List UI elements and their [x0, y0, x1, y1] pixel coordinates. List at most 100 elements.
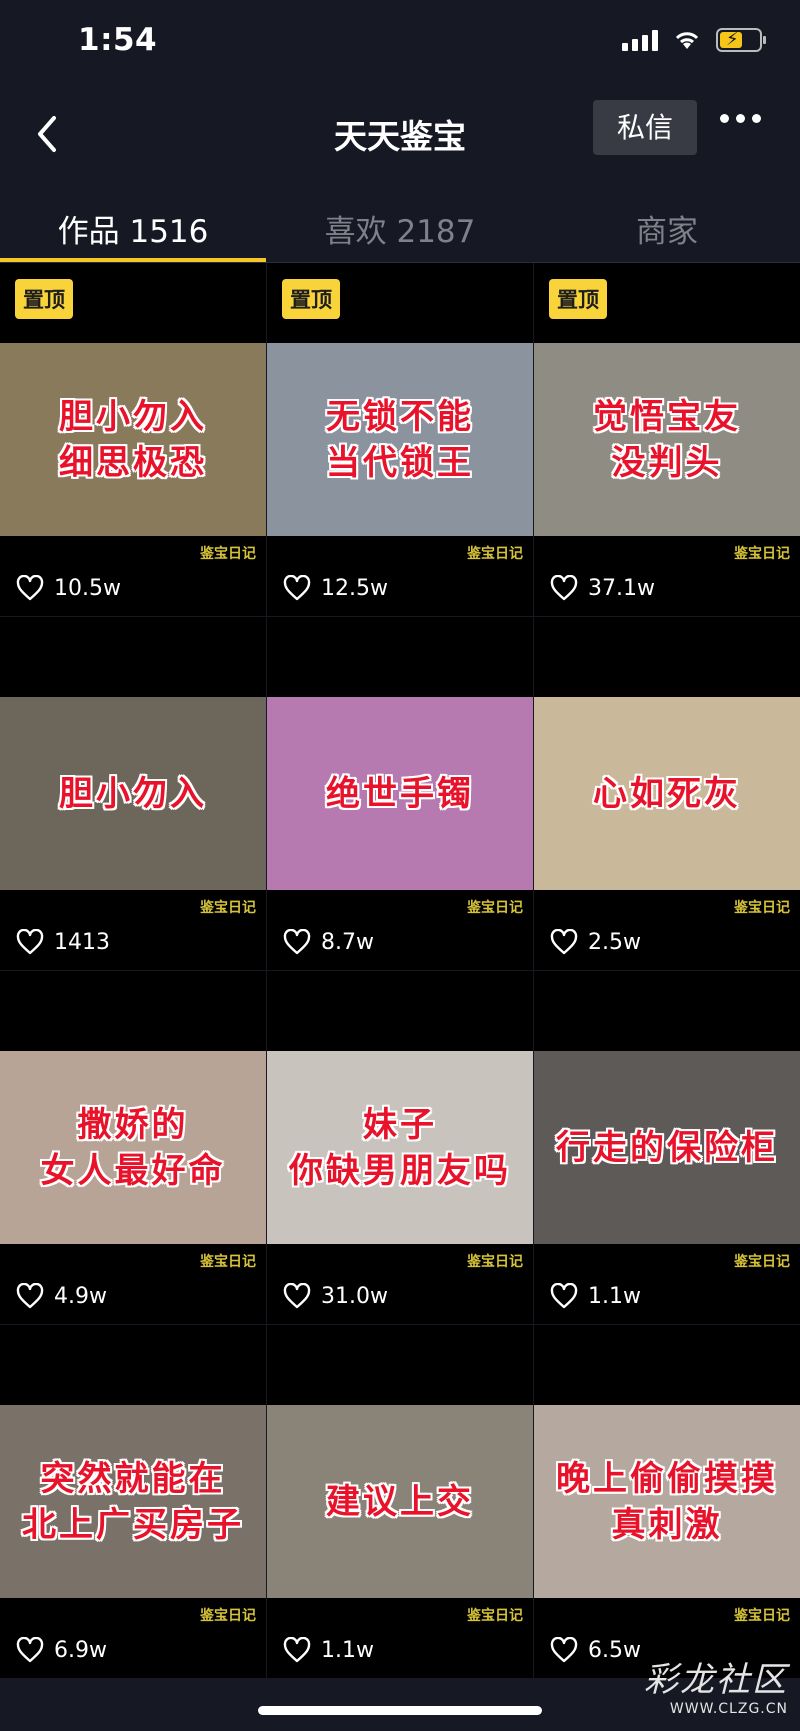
like-count-value: 4.9w: [54, 1283, 107, 1309]
video-thumbnail-card[interactable]: 妹子 你缺男朋友吗鉴宝日记 31.0w: [267, 971, 533, 1324]
like-count: 6.5w: [550, 1637, 641, 1663]
battery-charging-icon: ⚡: [716, 28, 766, 52]
video-watermark: 鉴宝日记: [467, 546, 523, 562]
like-count-value: 6.5w: [588, 1637, 641, 1663]
video-cover-image: 绝世手镯: [267, 697, 533, 890]
like-count: 8.7w: [283, 929, 374, 955]
video-watermark: 鉴宝日记: [200, 900, 256, 916]
heart-icon: [550, 575, 578, 601]
heart-icon: [16, 1283, 44, 1309]
site-watermark: 彩龙社区 WWW.CLZG.CN: [644, 1652, 788, 1717]
pinned-badge: 置顶: [15, 279, 73, 319]
tab-works[interactable]: 作品 1516: [0, 206, 266, 251]
video-thumbnail-card[interactable]: 置顶无锁不能 当代锁王鉴宝日记 12.5w: [267, 263, 533, 616]
video-caption: 撒娇的 女人最好命: [40, 1104, 226, 1191]
video-cover-image: 突然就能在 北上广买房子: [0, 1405, 266, 1598]
video-caption: 建议上交: [326, 1481, 474, 1522]
like-count: 4.9w: [16, 1283, 107, 1309]
tab-merchant[interactable]: 商家: [534, 206, 800, 251]
video-watermark: 鉴宝日记: [467, 1608, 523, 1624]
video-watermark: 鉴宝日记: [734, 900, 790, 916]
video-caption: 绝世手镯: [326, 773, 474, 814]
video-cover-image: 撒娇的 女人最好命: [0, 1051, 266, 1244]
video-caption: 突然就能在 北上广买房子: [22, 1458, 244, 1545]
status-time: 1:54: [78, 22, 158, 58]
like-count-value: 12.5w: [321, 575, 388, 601]
like-count: 6.9w: [16, 1637, 107, 1663]
video-watermark: 鉴宝日记: [467, 900, 523, 916]
video-watermark: 鉴宝日记: [200, 1608, 256, 1624]
like-count-value: 1413: [54, 929, 110, 955]
like-count: 2.5w: [550, 929, 641, 955]
like-count-value: 1.1w: [321, 1637, 374, 1663]
like-count-value: 6.9w: [54, 1637, 107, 1663]
heart-icon: [283, 929, 311, 955]
video-cover-image: 行走的保险柜: [534, 1051, 800, 1244]
like-count-value: 1.1w: [588, 1283, 641, 1309]
video-cover-image: 胆小勿入: [0, 697, 266, 890]
like-count: 1.1w: [550, 1283, 641, 1309]
video-thumbnail-card[interactable]: 撒娇的 女人最好命 鉴宝日记 4.9w: [0, 971, 266, 1324]
video-watermark: 鉴宝日记: [734, 546, 790, 562]
video-caption: 无锁不能 当代锁王: [326, 396, 474, 483]
video-caption: 行走的保险柜: [556, 1127, 778, 1168]
wifi-icon: [675, 32, 699, 49]
video-watermark: 鉴宝日记: [200, 546, 256, 562]
pinned-badge: 置顶: [282, 279, 340, 319]
video-cover-image: 觉悟宝友 没判头: [534, 343, 800, 536]
video-cover-image: 无锁不能 当代锁王: [267, 343, 533, 536]
video-thumbnail-card[interactable]: 置顶觉悟宝友 没判头鉴宝日记 37.1w: [534, 263, 800, 616]
active-tab-indicator: [0, 258, 266, 262]
video-cover-image: 妹子 你缺男朋友吗: [267, 1051, 533, 1244]
pinned-badge: 置顶: [549, 279, 607, 319]
more-options-icon[interactable]: [720, 114, 761, 123]
video-caption: 妹子 你缺男朋友吗: [289, 1104, 511, 1191]
video-thumbnail-card[interactable]: 晚上偷偷摸摸 真刺激鉴宝日记 6.5w: [534, 1325, 800, 1678]
like-count: 31.0w: [283, 1283, 388, 1309]
video-thumbnail-card[interactable]: 胆小勿入鉴宝日记 1413: [0, 617, 266, 970]
video-cover-image: 胆小勿入 细思极恐: [0, 343, 266, 536]
heart-icon: [283, 575, 311, 601]
video-thumbnail-card[interactable]: 建议上交鉴宝日记 1.1w: [267, 1325, 533, 1678]
like-count-value: 8.7w: [321, 929, 374, 955]
video-thumbnail-card[interactable]: 突然就能在 北上广买房子鉴宝日记 6.9w: [0, 1325, 266, 1678]
video-watermark: 鉴宝日记: [467, 1254, 523, 1270]
video-caption: 胆小勿入 细思极恐: [59, 396, 207, 483]
video-cover-image: 建议上交: [267, 1405, 533, 1598]
like-count-value: 2.5w: [588, 929, 641, 955]
like-count: 1.1w: [283, 1637, 374, 1663]
like-count-value: 37.1w: [588, 575, 655, 601]
cellular-signal-icon: [622, 29, 658, 51]
profile-tabs: 作品 1516 喜欢 2187 商家: [0, 180, 800, 263]
status-bar: 1:54 ⚡: [0, 0, 800, 90]
heart-icon: [550, 929, 578, 955]
video-cover-image: 心如死灰: [534, 697, 800, 890]
video-watermark: 鉴宝日记: [734, 1254, 790, 1270]
like-count: 12.5w: [283, 575, 388, 601]
home-indicator[interactable]: [258, 1706, 542, 1715]
video-thumbnail-card[interactable]: 置顶胆小勿入 细思极恐鉴宝日记 10.5w: [0, 263, 266, 616]
heart-icon: [16, 575, 44, 601]
heart-icon: [550, 1637, 578, 1663]
like-count: 1413: [16, 929, 110, 955]
video-thumbnail-card[interactable]: 行走的保险柜鉴宝日记 1.1w: [534, 971, 800, 1324]
profile-header: 天天鉴宝 私信: [0, 90, 800, 180]
video-caption: 心如死灰: [593, 773, 741, 814]
like-count-value: 10.5w: [54, 575, 121, 601]
heart-icon: [16, 929, 44, 955]
private-message-button[interactable]: 私信: [593, 100, 697, 155]
video-thumbnail-card[interactable]: 绝世手镯鉴宝日记 8.7w: [267, 617, 533, 970]
heart-icon: [16, 1637, 44, 1663]
video-thumbnail-card[interactable]: 心如死灰鉴宝日记 2.5w: [534, 617, 800, 970]
heart-icon: [550, 1283, 578, 1309]
video-caption: 觉悟宝友 没判头: [593, 396, 741, 483]
video-caption: 胆小勿入: [59, 773, 207, 814]
like-count: 37.1w: [550, 575, 655, 601]
video-cover-image: 晚上偷偷摸摸 真刺激: [534, 1405, 800, 1598]
video-watermark: 鉴宝日记: [734, 1608, 790, 1624]
like-count-value: 31.0w: [321, 1283, 388, 1309]
status-icons: ⚡: [622, 28, 766, 52]
site-watermark-sub: WWW.CLZG.CN: [669, 1701, 788, 1717]
tab-likes[interactable]: 喜欢 2187: [267, 206, 533, 251]
heart-icon: [283, 1637, 311, 1663]
